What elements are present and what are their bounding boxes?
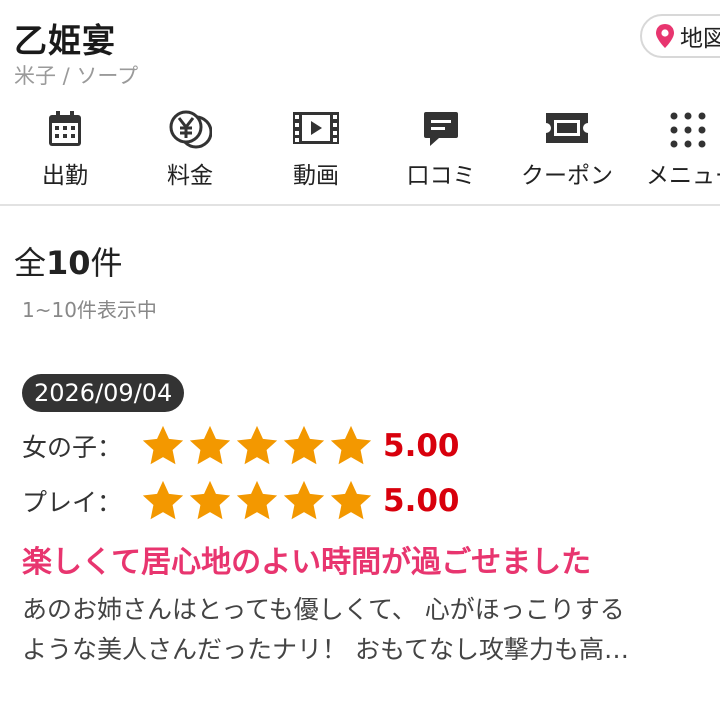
nav-label-reviews: 口コミ [406, 163, 476, 189]
review-total: 全10件 [14, 238, 123, 284]
review-total-suffix: 件 [90, 244, 123, 282]
nav-item-reviews[interactable]: 口コミ [381, 104, 501, 200]
nav-label-price: 料金 [167, 163, 213, 189]
star-icon [142, 425, 184, 465]
star-icon [283, 480, 325, 520]
nav-label-menu: メニュー [646, 163, 720, 189]
calendar-icon [49, 111, 81, 146]
rating-score: 5.00 [383, 483, 460, 519]
speech-bubble-icon [424, 112, 458, 146]
nav-item-schedule[interactable]: 出勤 [5, 104, 125, 200]
star-icon [142, 480, 184, 520]
rating-label: プレイ： [22, 488, 123, 517]
shop-subtitle: 米子 / ソープ [14, 64, 139, 88]
star-icon [189, 425, 231, 465]
map-pin-icon [656, 24, 674, 48]
nav-item-coupon[interactable]: クーポン [507, 104, 627, 200]
review-total-prefix: 全 [14, 244, 47, 282]
review-total-count: 10 [46, 244, 91, 282]
grid-dots-icon [670, 112, 706, 148]
review-title[interactable]: 楽しくて居心地のよい時間が過ごせました [22, 537, 591, 581]
star-icon [283, 425, 325, 465]
nav-label-schedule: 出勤 [42, 163, 88, 189]
star-icon [330, 480, 372, 520]
yen-coins-icon [169, 110, 212, 149]
star-rating [140, 478, 375, 524]
review-range: 1~10件表示中 [22, 298, 157, 322]
nav-item-menu[interactable]: メニュー [628, 104, 720, 200]
nav-item-video[interactable]: 動画 [256, 104, 376, 200]
star-icon [236, 425, 278, 465]
shop-name: 乙姫宴 [14, 21, 116, 60]
ticket-icon [546, 113, 588, 143]
nav-label-coupon: クーポン [521, 163, 613, 189]
film-icon [293, 112, 339, 144]
map-button[interactable]: 地図 [640, 14, 720, 58]
star-icon [236, 480, 278, 520]
review-body[interactable]: あのお姉さんはとっても優しくて、 心がほっこりする ような美人さんだったナリ！ … [22, 590, 720, 670]
rating-row-play: プレイ： 5.00 [22, 476, 460, 526]
review-body-line: あのお姉さんはとっても優しくて、 心がほっこりする [22, 595, 625, 624]
rating-label: 女の子： [22, 433, 123, 462]
star-icon [189, 480, 231, 520]
shop-nav: 出勤 料金 動画 口コミ クーポン メニュ [0, 104, 720, 206]
star-icon [330, 425, 372, 465]
map-button-label: 地図 [680, 26, 720, 52]
rating-row-girl: 女の子： 5.00 [22, 421, 460, 471]
rating-score: 5.00 [383, 428, 460, 464]
review-date-badge: 2026/09/04 [22, 374, 185, 412]
nav-item-price[interactable]: 料金 [130, 104, 250, 200]
star-rating [140, 423, 375, 469]
nav-label-video: 動画 [293, 163, 339, 189]
review-body-line: ような美人さんだったナリ！ おもてなし攻撃力も高… [22, 635, 629, 664]
